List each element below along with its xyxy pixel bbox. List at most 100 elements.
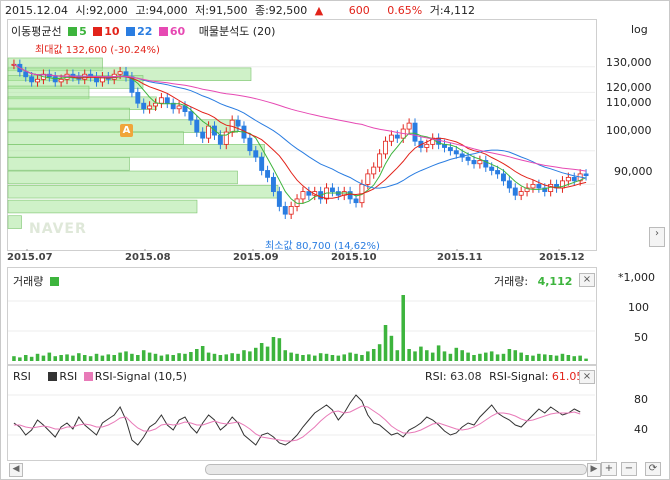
- volume-profile-bar: [7, 96, 157, 110]
- volume-bar: [542, 354, 547, 361]
- volume-bar: [295, 353, 299, 361]
- candle-body: [135, 91, 141, 104]
- volume-bar: [330, 355, 335, 361]
- volume-bar: [153, 353, 158, 361]
- rsi-line: [13, 394, 581, 446]
- volume-bar: [289, 352, 293, 361]
- volume-bar: [147, 352, 152, 361]
- volume-bar: [200, 346, 205, 361]
- volume-bar: [454, 347, 459, 361]
- volume-bar: [106, 354, 111, 361]
- candle-body: [29, 76, 35, 83]
- candle-body: [424, 143, 430, 148]
- volume-bar: [531, 355, 535, 361]
- candle-body: [300, 191, 306, 200]
- volume-bar: [377, 344, 382, 361]
- volume-profile-bar: [7, 157, 130, 171]
- candle-body: [447, 147, 453, 152]
- candle-body: [117, 71, 123, 75]
- volume-bar: [371, 349, 376, 361]
- candle-body: [188, 111, 194, 121]
- volume-bar: [466, 352, 470, 361]
- volume-bar: [537, 353, 541, 361]
- volume-bar: [124, 351, 128, 361]
- volume-bar: [548, 355, 553, 361]
- volume-bar: [307, 354, 311, 361]
- candle-body: [288, 206, 294, 215]
- volume-bar: [141, 350, 146, 361]
- volume-bar: [283, 350, 288, 361]
- volume-bar: [578, 355, 582, 361]
- volume-bar: [383, 325, 388, 361]
- volume-bar: [29, 356, 34, 361]
- volume-bar: [130, 353, 134, 361]
- candle-body: [477, 160, 483, 165]
- volume-bar: [218, 355, 223, 361]
- candle-body: [276, 191, 282, 207]
- candle-body: [259, 156, 265, 171]
- candle-body: [583, 173, 589, 177]
- volume-bar: [366, 351, 370, 361]
- volume-profile-bar: [7, 170, 238, 185]
- chart-window: 2015.12.04 시:92,000 고:94,000 저:91,500 종:…: [0, 0, 670, 480]
- volume-bar: [318, 353, 323, 361]
- candle-body: [506, 180, 512, 189]
- volume-bar: [112, 355, 116, 361]
- volume-profile-bar: [7, 184, 279, 199]
- candle-body: [536, 183, 542, 189]
- candle-body: [306, 191, 312, 196]
- volume-bar: [519, 352, 523, 361]
- candle-body: [365, 173, 371, 185]
- volume-bar: [495, 354, 500, 361]
- candle-body: [217, 134, 223, 145]
- volume-bar: [312, 355, 317, 361]
- candle-body: [253, 150, 259, 158]
- candle-body: [471, 160, 477, 165]
- candle-body: [495, 170, 501, 175]
- volume-bar: [100, 355, 105, 361]
- volume-bar: [82, 355, 87, 361]
- volume-bar: [430, 352, 435, 361]
- candle-body: [371, 166, 377, 175]
- candle-body: [530, 183, 536, 189]
- candle-body: [571, 176, 577, 182]
- volume-bar: [236, 353, 240, 361]
- volume-bar: [554, 355, 559, 361]
- volume-bar: [71, 355, 75, 361]
- volume-bar: [348, 352, 352, 361]
- volume-bar: [271, 337, 276, 361]
- volume-bar: [94, 353, 99, 361]
- volume-bar: [401, 295, 405, 361]
- volume-bar: [259, 343, 264, 361]
- volume-bar: [436, 345, 441, 361]
- volume-bar: [324, 353, 329, 361]
- volume-bar: [18, 357, 22, 361]
- volume-bar: [460, 350, 464, 361]
- candle-body: [200, 131, 206, 139]
- volume-bar: [242, 350, 246, 361]
- annotation-badge[interactable]: A: [120, 124, 133, 137]
- volume-bar: [248, 351, 252, 361]
- volume-bar: [425, 350, 429, 361]
- volume-bar: [395, 350, 400, 361]
- volume-bar: [584, 358, 588, 361]
- volume-profile-bar: [7, 107, 130, 122]
- candle-body: [141, 102, 147, 110]
- volume-bar: [336, 355, 341, 361]
- candle-body: [58, 78, 64, 83]
- volume-bar: [195, 349, 199, 361]
- volume-bar: [472, 355, 476, 361]
- candle-body: [52, 76, 58, 83]
- candle-body: [194, 119, 200, 133]
- naver-logo: NAVER: [29, 221, 87, 237]
- volume-bar: [489, 351, 494, 361]
- candle-body: [23, 71, 29, 78]
- volume-bar: [53, 356, 58, 361]
- volume-bar: [525, 355, 529, 361]
- candle-body: [518, 191, 524, 196]
- volume-bar: [301, 355, 305, 361]
- volume-bar: [183, 353, 187, 361]
- candle-body: [164, 97, 170, 104]
- volume-bar: [478, 353, 482, 361]
- volume-bar: [566, 355, 571, 361]
